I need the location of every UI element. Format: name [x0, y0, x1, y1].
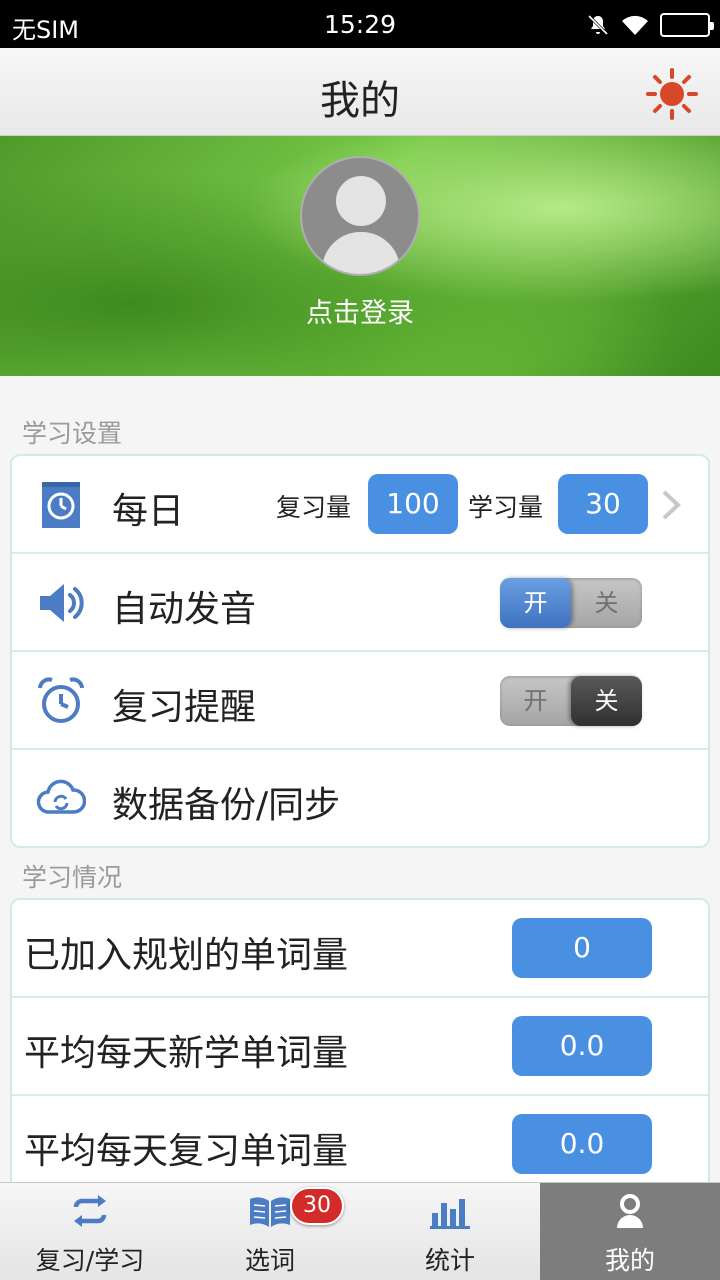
review-reminder-label: 复习提醒	[112, 687, 257, 728]
tab-review-learn[interactable]: 复习/学习	[0, 1183, 180, 1280]
calendar-clock-icon	[42, 482, 80, 528]
auto-pronounce-toggle[interactable]: 开 关	[500, 578, 642, 628]
study-status-card: 已加入规划的单词量 0 平均每天新学单词量 0.0 平均每天复习单词量 0.0	[10, 898, 710, 1198]
status-bar: 无SIM 15:29	[0, 0, 720, 48]
study-settings-card: 每日 复习量 100 学习量 30 自动发音 开 关 复习提醒 开 关 数据备份…	[10, 454, 710, 848]
wifi-icon	[622, 15, 648, 35]
cloud-sync-icon	[36, 779, 86, 814]
stat-label: 已加入规划的单词量	[24, 935, 349, 976]
avatar-body	[322, 232, 400, 274]
tab-label: 复习/学习	[35, 1246, 145, 1275]
backup-sync-row[interactable]: 数据备份/同步	[12, 750, 708, 846]
battery-icon	[660, 13, 714, 37]
avatar-head	[336, 176, 386, 226]
stat-value: 0.0	[512, 1016, 652, 1076]
speaker-icon	[40, 584, 84, 622]
book-icon	[250, 1197, 290, 1227]
review-reminder-toggle[interactable]: 开 关	[500, 676, 642, 726]
mute-bell-icon	[587, 14, 609, 36]
stat-row: 已加入规划的单词量 0	[12, 900, 708, 998]
login-link[interactable]: 点击登录	[0, 291, 720, 330]
tab-label: 统计	[424, 1246, 475, 1275]
bottom-nav: 复习/学习 30 选词 统计 我的	[0, 1182, 720, 1280]
toggle-on-option[interactable]: 开	[500, 578, 571, 628]
review-amount-label: 复习量	[276, 493, 352, 522]
study-settings-label: 学习设置	[22, 419, 123, 448]
alarm-clock-icon	[38, 677, 84, 723]
sun-icon[interactable]	[646, 68, 698, 120]
backup-sync-label: 数据备份/同步	[112, 785, 341, 826]
page-title: 我的	[320, 78, 400, 124]
stat-row: 平均每天复习单词量 0.0	[12, 1096, 708, 1194]
stat-value: 0	[512, 918, 652, 978]
profile-banner: 点击登录	[0, 136, 720, 376]
avatar[interactable]	[300, 156, 420, 276]
daily-label: 每日	[112, 491, 185, 532]
chevron-right-icon	[662, 490, 681, 520]
word-count-badge: 30	[290, 1187, 344, 1225]
toggle-on-option[interactable]: 开	[500, 676, 571, 726]
app-header: 我的	[0, 48, 720, 136]
auto-pronounce-row: 自动发音 开 关	[12, 554, 708, 652]
toggle-off-option[interactable]: 关	[571, 578, 642, 628]
review-reminder-row: 复习提醒 开 关	[12, 652, 708, 750]
study-status-label: 学习情况	[22, 863, 123, 892]
stat-label: 平均每天复习单词量	[24, 1131, 349, 1172]
learn-amount-value[interactable]: 30	[558, 474, 648, 534]
learn-amount-label: 学习量	[468, 493, 544, 522]
tab-label: 我的	[604, 1246, 655, 1275]
review-amount-value[interactable]: 100	[368, 474, 458, 534]
auto-pronounce-label: 自动发音	[112, 589, 257, 630]
bar-chart-icon	[430, 1199, 470, 1229]
repeat-icon	[73, 1195, 107, 1227]
stat-row: 平均每天新学单词量 0.0	[12, 998, 708, 1096]
toggle-off-option[interactable]: 关	[571, 676, 642, 726]
tab-label: 选词	[244, 1246, 295, 1275]
tab-mine[interactable]: 我的	[540, 1183, 720, 1280]
person-icon	[617, 1194, 643, 1228]
tab-select-words[interactable]: 30 选词	[180, 1183, 360, 1280]
daily-row[interactable]: 每日 复习量 100 学习量 30	[12, 456, 708, 554]
tab-statistics[interactable]: 统计	[360, 1183, 540, 1280]
status-icons	[586, 12, 714, 38]
stat-label: 平均每天新学单词量	[24, 1033, 349, 1074]
stat-value: 0.0	[512, 1114, 652, 1174]
